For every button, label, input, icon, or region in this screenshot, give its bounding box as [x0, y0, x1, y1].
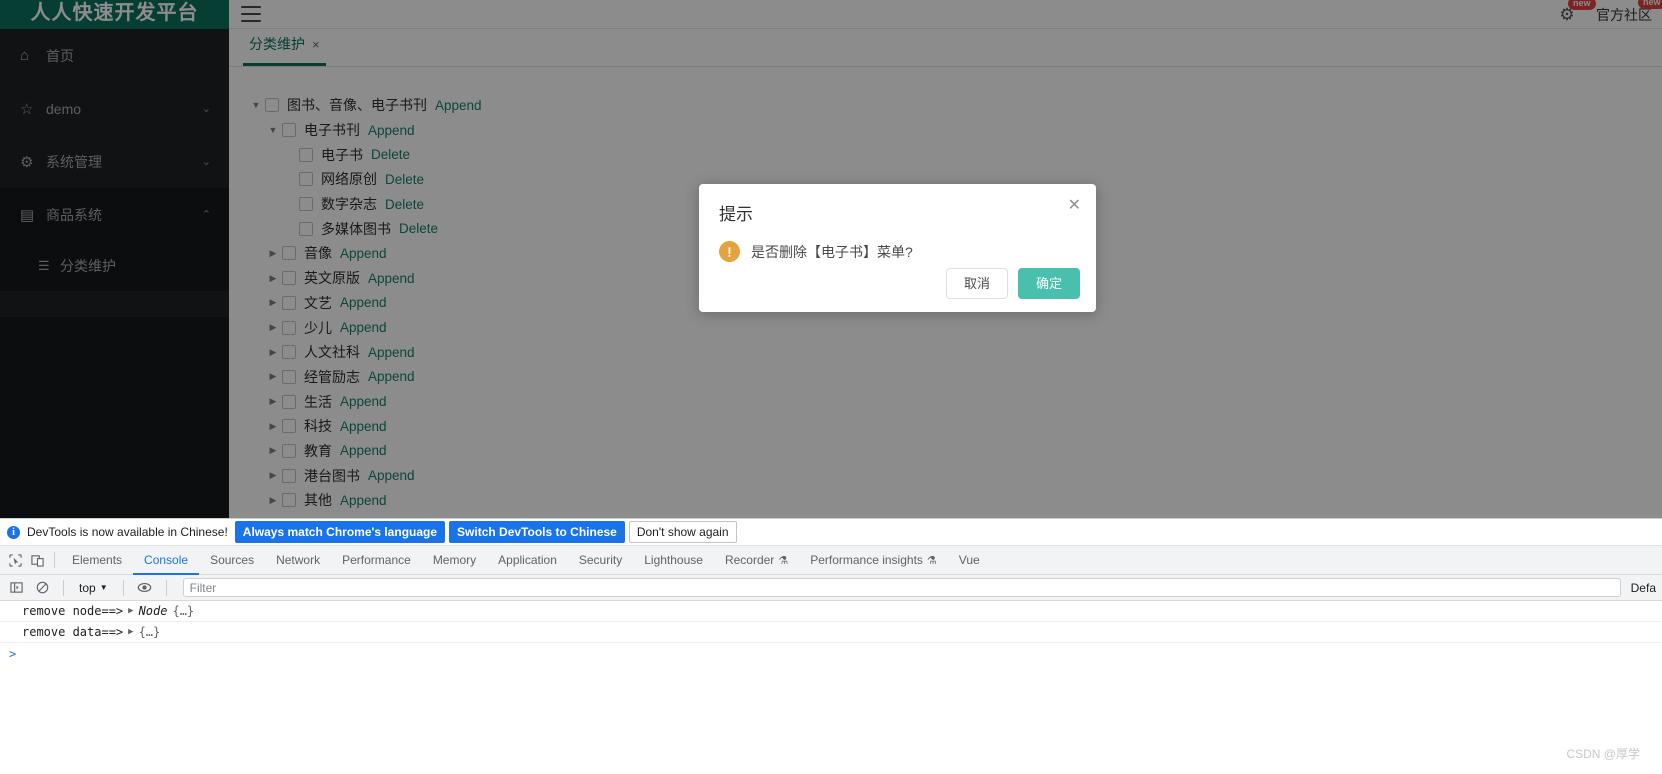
dialog-body: ! 是否删除【电子书】菜单?: [699, 225, 1096, 262]
console-toolbar-divider-3: [165, 579, 167, 596]
live-expression-icon[interactable]: [134, 577, 156, 599]
toolbar-divider: [54, 552, 55, 568]
confirm-button[interactable]: 确定: [1017, 268, 1080, 299]
devtools-tab-label: Console: [144, 553, 189, 567]
devtools-tab-label: Memory: [432, 553, 477, 567]
dialog-message: 是否删除【电子书】菜单?: [751, 243, 913, 260]
devtools-language-notice: i DevTools is now available in Chinese! …: [0, 519, 1662, 546]
dialog-title: 提示: [719, 205, 753, 224]
chevron-down-icon: ▼: [99, 583, 108, 592]
console-filter-input[interactable]: Filter: [182, 578, 1621, 597]
devtools-tab-application[interactable]: Application: [487, 546, 568, 575]
dont-show-again-button[interactable]: Don't show again: [628, 521, 737, 543]
log-levels-selector[interactable]: Defa: [1631, 581, 1662, 595]
devtools-tab-label: Performance insights: [810, 553, 923, 567]
dialog-footer: 取消 确定: [945, 268, 1080, 299]
confirm-dialog: 提示 ✕ ! 是否删除【电子书】菜单? 取消 确定: [699, 184, 1096, 312]
close-icon[interactable]: ✕: [1068, 198, 1081, 214]
experiment-flask-icon: ⚗: [778, 554, 789, 567]
devtools-tab-label: Lighthouse: [644, 553, 703, 567]
console-object-preview: {…}: [138, 625, 161, 639]
screenshot-root: 人人快速开发平台 ⚙ new 官方社区 new ⌂ 首页 ☆ demo ⌄ ⚙ …: [0, 0, 1662, 774]
switch-to-chinese-button[interactable]: Switch DevTools to Chinese: [449, 521, 625, 543]
info-glyph: i: [12, 526, 15, 538]
console-object-preview: {…}: [172, 604, 195, 618]
devtools-tabbar: Elements Console Sources Network Performance…: [0, 546, 1662, 575]
console-sidebar-icon[interactable]: [5, 577, 27, 599]
object-expand-arrow[interactable]: ▶: [128, 606, 133, 616]
devtools-tab-label: Vue: [958, 553, 980, 567]
warning-glyph: !: [727, 243, 732, 260]
devtools-tab-elements[interactable]: Elements: [61, 546, 133, 575]
devtools-tab-console[interactable]: Console: [133, 546, 199, 575]
devtools-tab-label: Network: [276, 553, 321, 567]
info-icon: i: [7, 525, 20, 539]
devtools-tab-label: Elements: [72, 553, 123, 567]
notice-text: DevTools is now available in Chinese!: [27, 525, 228, 539]
watermark: CSDN @厚学: [1566, 747, 1640, 761]
execution-context-selector[interactable]: top ▼: [74, 581, 113, 595]
devtools-tab-performance[interactable]: Performance: [331, 546, 422, 575]
context-label: top: [79, 580, 96, 595]
devtools-tab-label: Performance: [342, 553, 411, 567]
devtools-tab-label: Security: [578, 553, 623, 567]
console-log-text: remove node==>: [22, 604, 124, 618]
always-match-language-button[interactable]: Always match Chrome's language: [234, 521, 446, 543]
clear-console-icon[interactable]: [31, 577, 53, 599]
console-log-entry: remove node==> ▶ Node {…}: [0, 601, 1662, 622]
console-object-type: Node: [138, 604, 168, 618]
devtools-tab-memory[interactable]: Memory: [422, 546, 487, 575]
devtools-tab-sources[interactable]: Sources: [199, 546, 265, 575]
inspect-element-icon[interactable]: [4, 549, 26, 571]
object-expand-arrow[interactable]: ▶: [128, 627, 133, 637]
devtools-tab-security[interactable]: Security: [568, 546, 633, 575]
console-toolbar: top ▼ Filter Defa: [0, 575, 1662, 601]
console-output: remove node==> ▶ Node {…} remove data==> ▶ {…}…: [0, 601, 1662, 774]
device-toolbar-icon[interactable]: [26, 549, 48, 571]
warning-icon: !: [719, 241, 740, 262]
console-log-text: remove data==>: [22, 625, 124, 639]
devtools-tab-label: Sources: [210, 553, 255, 567]
devtools-tab-recorder[interactable]: Recorder ⚗: [714, 546, 799, 575]
web-app-viewport: 人人快速开发平台 ⚙ new 官方社区 new ⌂ 首页 ☆ demo ⌄ ⚙ …: [0, 0, 1662, 548]
devtools-tab-performance-insights[interactable]: Performance insights ⚗: [799, 546, 948, 575]
console-log-entry: remove data==> ▶ {…}: [0, 622, 1662, 643]
console-input-prompt[interactable]: >: [0, 643, 1662, 665]
devtools-panel: i DevTools is now available in Chinese! …: [0, 518, 1662, 774]
console-toolbar-divider-2: [122, 579, 124, 596]
filter-placeholder: Filter: [189, 580, 217, 595]
devtools-tab-network[interactable]: Network: [265, 546, 331, 575]
devtools-tab-label: Recorder: [724, 553, 775, 567]
devtools-tab-lighthouse[interactable]: Lighthouse: [633, 546, 714, 575]
console-toolbar-divider: [63, 579, 64, 596]
devtools-tab-list: Elements Console Sources Network Performance…: [61, 546, 991, 575]
cancel-button[interactable]: 取消: [945, 268, 1008, 299]
devtools-tab-label: Application: [498, 553, 557, 567]
devtools-tab-vue[interactable]: Vue: [948, 546, 991, 575]
experiment-flask-icon: ⚗: [926, 554, 937, 567]
